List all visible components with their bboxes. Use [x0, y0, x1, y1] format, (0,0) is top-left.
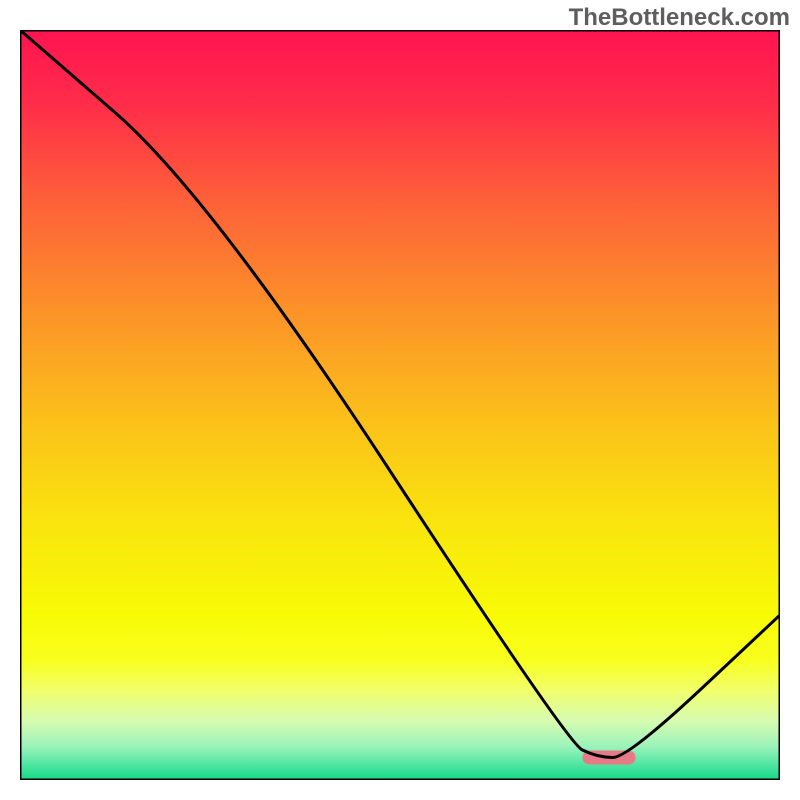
gradient-background [20, 30, 780, 780]
watermark-label: TheBottleneck.com [569, 4, 790, 32]
chart-container: TheBottleneck.com [0, 0, 800, 800]
plot-area [20, 30, 780, 780]
chart-svg [20, 30, 780, 780]
